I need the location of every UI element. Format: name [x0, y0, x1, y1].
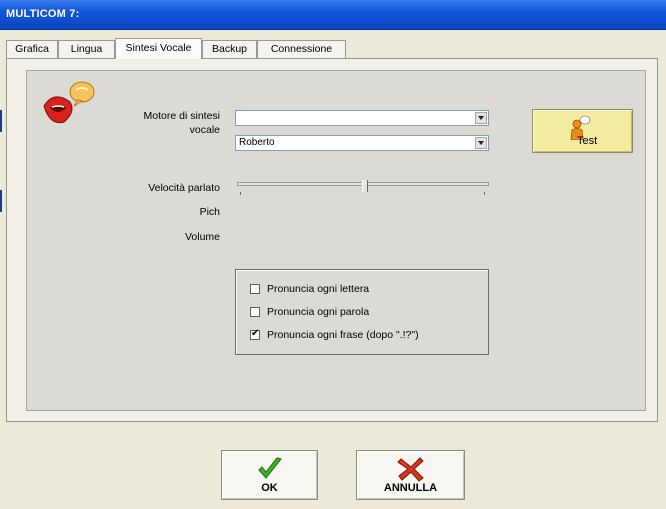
volume-label: Volume	[184, 231, 220, 243]
lips-speech-bubble-icon	[43, 81, 95, 124]
chevron-down-icon[interactable]	[475, 137, 487, 149]
window-title: MULTICOM 7:	[6, 8, 80, 20]
letter-checkbox[interactable]	[250, 284, 260, 294]
speed-label: Velocità parlato	[148, 182, 220, 194]
voice-dropdown[interactable]: Roberto	[235, 135, 489, 151]
tab-sintesi-vocale[interactable]: Sintesi Vocale	[115, 38, 202, 59]
option-word-label: Pronuncia ogni parola	[267, 306, 370, 318]
engine-dropdown[interactable]	[235, 110, 489, 126]
tab-connessione[interactable]: Connessione	[257, 40, 346, 58]
settings-window: MULTICOM 7: Grafica Lingua Sintesi Vocal…	[0, 0, 666, 509]
ok-label: OK	[261, 482, 278, 494]
test-label: Test	[577, 135, 598, 147]
green-check-icon	[257, 457, 282, 479]
cancel-label: ANNULLA	[383, 482, 438, 494]
pitch-label: Pich	[199, 206, 220, 218]
check-mark-icon: ✔	[251, 328, 260, 339]
tab-grafica[interactable]: Grafica	[6, 40, 58, 58]
red-x-icon	[396, 457, 424, 482]
tab-lingua[interactable]: Lingua	[58, 40, 115, 58]
test-button[interactable]: Test	[532, 109, 633, 153]
sentence-checkbox[interactable]: ✔	[250, 328, 260, 340]
cancel-button[interactable]: ANNULLA	[356, 450, 465, 500]
engine-label: Motore di sintesi	[143, 110, 220, 122]
option-sentence-label: Pronuncia ogni frase (dopo ".!?")	[267, 329, 419, 341]
edge-marker	[0, 190, 2, 212]
ok-button[interactable]: OK	[221, 450, 318, 500]
voice-value: Roberto	[239, 137, 275, 148]
chevron-down-icon[interactable]	[475, 112, 487, 124]
engine-label-cont: vocale	[189, 124, 220, 136]
slider-tick	[240, 192, 241, 195]
tab-backup[interactable]: Backup	[202, 40, 257, 58]
edge-marker	[0, 110, 2, 132]
slider-tick	[484, 192, 485, 195]
word-checkbox[interactable]	[250, 307, 260, 317]
option-letter-label: Pronuncia ogni lettera	[267, 283, 370, 295]
speed-slider-thumb[interactable]	[362, 180, 368, 192]
title-bar[interactable]: MULTICOM 7:	[0, 0, 666, 30]
